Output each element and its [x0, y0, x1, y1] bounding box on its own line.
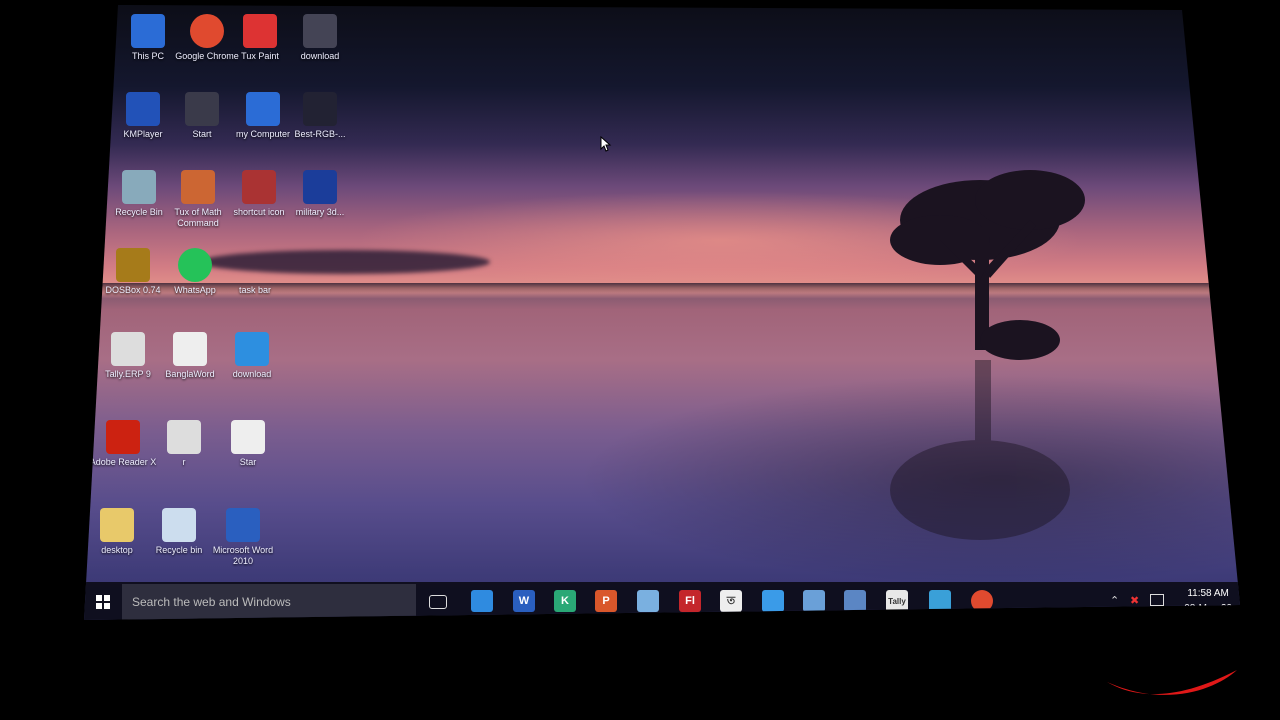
image-icon [303, 14, 337, 48]
watermark-swoosh [1107, 670, 1237, 695]
image-icon [242, 170, 276, 204]
taskbar-chrome-icon[interactable] [971, 590, 993, 612]
adobe-reader-icon [106, 420, 140, 454]
tally-icon [111, 332, 145, 366]
desktop-icon-label: Tux of Math Command [174, 207, 222, 228]
desktop-icon-label: Microsoft Word 2010 [212, 545, 274, 566]
taskbar-task-view-icon[interactable] [429, 595, 447, 609]
taskbar-file-explorer-icon[interactable] [471, 590, 493, 612]
monitor-icon [246, 92, 280, 126]
desktop-icon-label: r [182, 457, 186, 467]
desktop-icon-label: download [300, 51, 340, 61]
chrome-icon [190, 14, 224, 48]
desktop-icon[interactable]: military 3d... [285, 170, 355, 218]
kmplayer-icon [126, 92, 160, 126]
taskbar-monitor-icon[interactable] [929, 590, 951, 612]
image-icon [303, 92, 337, 126]
clock-time: 11:58 AM [1187, 588, 1229, 599]
taskbar-photo-icon[interactable] [844, 590, 866, 612]
notifications-icon[interactable] [1150, 594, 1164, 606]
desktop-icon-label: desktop [101, 545, 133, 555]
desktop-icon-label: military 3d... [295, 207, 345, 217]
desktop-icon[interactable]: BanglaWord [155, 332, 225, 380]
show-hidden-icons-chevron-icon[interactable]: ⌃ [1110, 594, 1119, 607]
file-icon [167, 420, 201, 454]
taskbar: Search the web and Windows W K P Fl ত Tally ⌃… [84, 582, 1240, 620]
taskbar-store-icon[interactable] [762, 590, 784, 612]
tux-math-icon [181, 170, 215, 204]
desktop-icon[interactable]: desktop [84, 508, 152, 556]
network-status-icon[interactable]: ✖ [1130, 594, 1139, 607]
desktop-icon-label: Start [192, 129, 212, 139]
taskbar-icon-glyph: ত [726, 594, 736, 607]
star-file-icon [231, 420, 265, 454]
whatsapp-icon [178, 248, 212, 282]
recycle-bin-icon [162, 508, 196, 542]
desktop-icon-label: Recycle bin [155, 545, 203, 555]
desktop-icon[interactable]: download [217, 332, 287, 380]
windows-icon [185, 92, 219, 126]
taskbar-banglaword-icon[interactable]: ত [720, 590, 742, 612]
banglaword-icon [173, 332, 207, 366]
taskbar-flash-icon[interactable]: Fl [679, 590, 701, 612]
wallpaper-tree [890, 170, 1085, 540]
desktop-icon[interactable]: Recycle bin [144, 508, 214, 556]
taskbar-icon-glyph: Tally [888, 596, 906, 606]
desktop-icon[interactable]: Best-RGB-... [285, 92, 355, 140]
desktop-icon[interactable]: Start [167, 92, 237, 140]
desktop-icon-label: task bar [238, 285, 271, 295]
desktop-icon[interactable]: task bar [220, 248, 290, 296]
search-input[interactable]: Search the web and Windows [122, 584, 416, 620]
dosbox-icon [116, 248, 150, 282]
taskbar-paint-icon[interactable] [637, 590, 659, 612]
taskbar-icon-glyph: Fl [685, 595, 695, 607]
desktop-icon[interactable]: DOSBox 0.74 [98, 248, 168, 296]
windows-logo-icon [96, 595, 110, 609]
desktop-icon-label: download [232, 369, 272, 379]
taskbar-icon-glyph: P [602, 595, 610, 607]
word-icon [226, 508, 260, 542]
taskbar-icon-glyph: K [561, 595, 569, 607]
monitor-icon [131, 14, 165, 48]
folder-icon [100, 508, 134, 542]
desktop-screen: This PC Google Chrome Tux Paint download KMP… [84, 5, 1240, 620]
desktop-icon[interactable]: Adobe Reader X [88, 420, 158, 468]
desktop-icon[interactable]: Tally.ERP 9 [93, 332, 163, 380]
desktop-icon-label: Best-RGB-... [294, 129, 346, 139]
taskbar-icon-glyph: W [518, 595, 530, 607]
system-tray: ⌃ ✖ 11:58 AM 08-May-20 [1110, 582, 1240, 620]
clock-date: 08-May-20 [1184, 603, 1232, 614]
desktop-icon[interactable]: r [149, 420, 219, 468]
mouse-pointer-icon [600, 136, 612, 152]
start-button[interactable] [84, 582, 122, 620]
tux-paint-icon [243, 14, 277, 48]
desktop-icon-label: DOSBox 0.74 [105, 285, 161, 295]
desktop-icon[interactable]: shortcut icon [224, 170, 294, 218]
image-icon [238, 248, 272, 282]
internet-explorer-icon [235, 332, 269, 366]
desktop-icon[interactable]: download [285, 14, 355, 62]
image-icon [303, 170, 337, 204]
desktop-icon-label: Adobe Reader X [89, 457, 157, 467]
taskbar-kingsoft-icon[interactable]: K [554, 590, 576, 612]
recycle-bin-icon [122, 170, 156, 204]
desktop-icon-label: Tally.ERP 9 [105, 369, 151, 379]
desktop-icon[interactable]: Tux of Math Command [163, 170, 233, 229]
taskbar-powerpoint-icon[interactable]: P [595, 590, 617, 612]
desktop-icon-label: Star [239, 457, 257, 467]
desktop-icon[interactable]: Microsoft Word 2010 [208, 508, 278, 567]
desktop-icon-label: BanglaWord [165, 369, 215, 379]
desktop-icon-label: shortcut icon [233, 207, 285, 217]
clock[interactable]: 11:58 AM 08-May-20 [1184, 586, 1232, 616]
desktop-icon[interactable]: Star [213, 420, 283, 468]
taskbar-network-icon[interactable] [803, 590, 825, 612]
taskbar-word-icon[interactable]: W [513, 590, 535, 612]
taskbar-tally-icon[interactable]: Tally [886, 590, 908, 612]
